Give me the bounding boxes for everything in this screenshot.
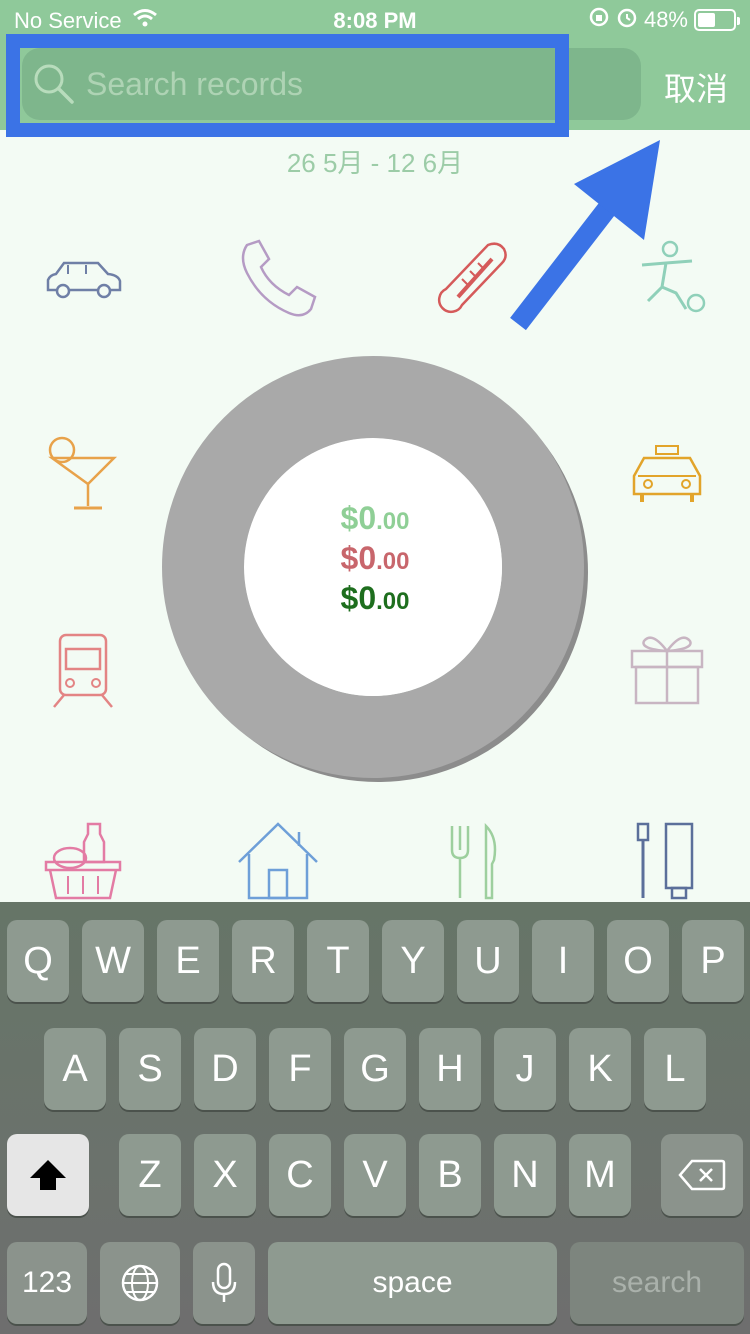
globe-key[interactable] (100, 1242, 180, 1324)
key-y[interactable]: Y (382, 920, 444, 1002)
numbers-key[interactable]: 123 (7, 1242, 87, 1324)
key-u[interactable]: U (457, 920, 519, 1002)
key-b[interactable]: B (419, 1134, 481, 1216)
balance-total: $0.00 (340, 580, 410, 616)
soccer-player-icon[interactable] (622, 235, 712, 325)
shift-arrow-icon (30, 1160, 66, 1190)
key-i[interactable]: I (532, 920, 594, 1002)
cocktail-icon[interactable] (38, 430, 128, 520)
orientation-lock-icon (588, 6, 610, 34)
key-t[interactable]: T (307, 920, 369, 1002)
totals-summary: $0.00 $0.00 $0.00 (246, 500, 504, 620)
key-m[interactable]: M (569, 1134, 631, 1216)
key-k[interactable]: K (569, 1028, 631, 1110)
key-x[interactable]: X (194, 1134, 256, 1216)
key-l[interactable]: L (644, 1028, 706, 1110)
gift-icon[interactable] (622, 625, 712, 715)
phone-icon[interactable] (233, 235, 323, 325)
globe-icon (121, 1264, 159, 1302)
key-o[interactable]: O (607, 920, 669, 1002)
house-icon[interactable] (233, 818, 323, 908)
top-header: No Service 8:08 PM 48% 取消 (0, 0, 750, 137)
key-n[interactable]: N (494, 1134, 556, 1216)
key-g[interactable]: G (344, 1028, 406, 1110)
car-icon[interactable] (38, 235, 128, 325)
key-f[interactable]: F (269, 1028, 331, 1110)
cancel-button[interactable]: 取消 (664, 64, 728, 110)
backspace-key[interactable] (661, 1134, 743, 1216)
key-h[interactable]: H (419, 1028, 481, 1110)
expense-total: $0.00 (340, 540, 410, 576)
key-z[interactable]: Z (119, 1134, 181, 1216)
grocery-basket-icon[interactable] (38, 818, 128, 908)
backspace-icon (678, 1159, 726, 1191)
key-c[interactable]: C (269, 1134, 331, 1216)
key-j[interactable]: J (494, 1028, 556, 1110)
fork-knife-icon[interactable] (428, 818, 518, 908)
thermometer-icon[interactable] (428, 235, 518, 325)
income-total: $0.00 (340, 500, 410, 536)
battery-percent: 48% (643, 7, 688, 32)
toothbrush-icon[interactable] (622, 818, 712, 908)
battery-icon (694, 9, 740, 31)
alarm-icon (616, 6, 638, 34)
key-a[interactable]: A (44, 1028, 106, 1110)
key-r[interactable]: R (232, 920, 294, 1002)
space-key[interactable]: space (268, 1242, 557, 1324)
key-p[interactable]: P (682, 920, 744, 1002)
taxi-icon[interactable] (622, 430, 712, 520)
highlight-box (6, 34, 569, 137)
search-key[interactable]: search (570, 1242, 744, 1324)
microphone-icon (211, 1262, 237, 1302)
key-d[interactable]: D (194, 1028, 256, 1110)
keyboard: Q W E R T Y U I O P A S D F G H J K L Z … (0, 902, 750, 1334)
train-icon[interactable] (38, 625, 128, 715)
key-v[interactable]: V (344, 1134, 406, 1216)
microphone-key[interactable] (193, 1242, 255, 1324)
key-w[interactable]: W (82, 920, 144, 1002)
key-e[interactable]: E (157, 920, 219, 1002)
key-q[interactable]: Q (7, 920, 69, 1002)
key-s[interactable]: S (119, 1028, 181, 1110)
shift-key[interactable] (7, 1134, 89, 1216)
